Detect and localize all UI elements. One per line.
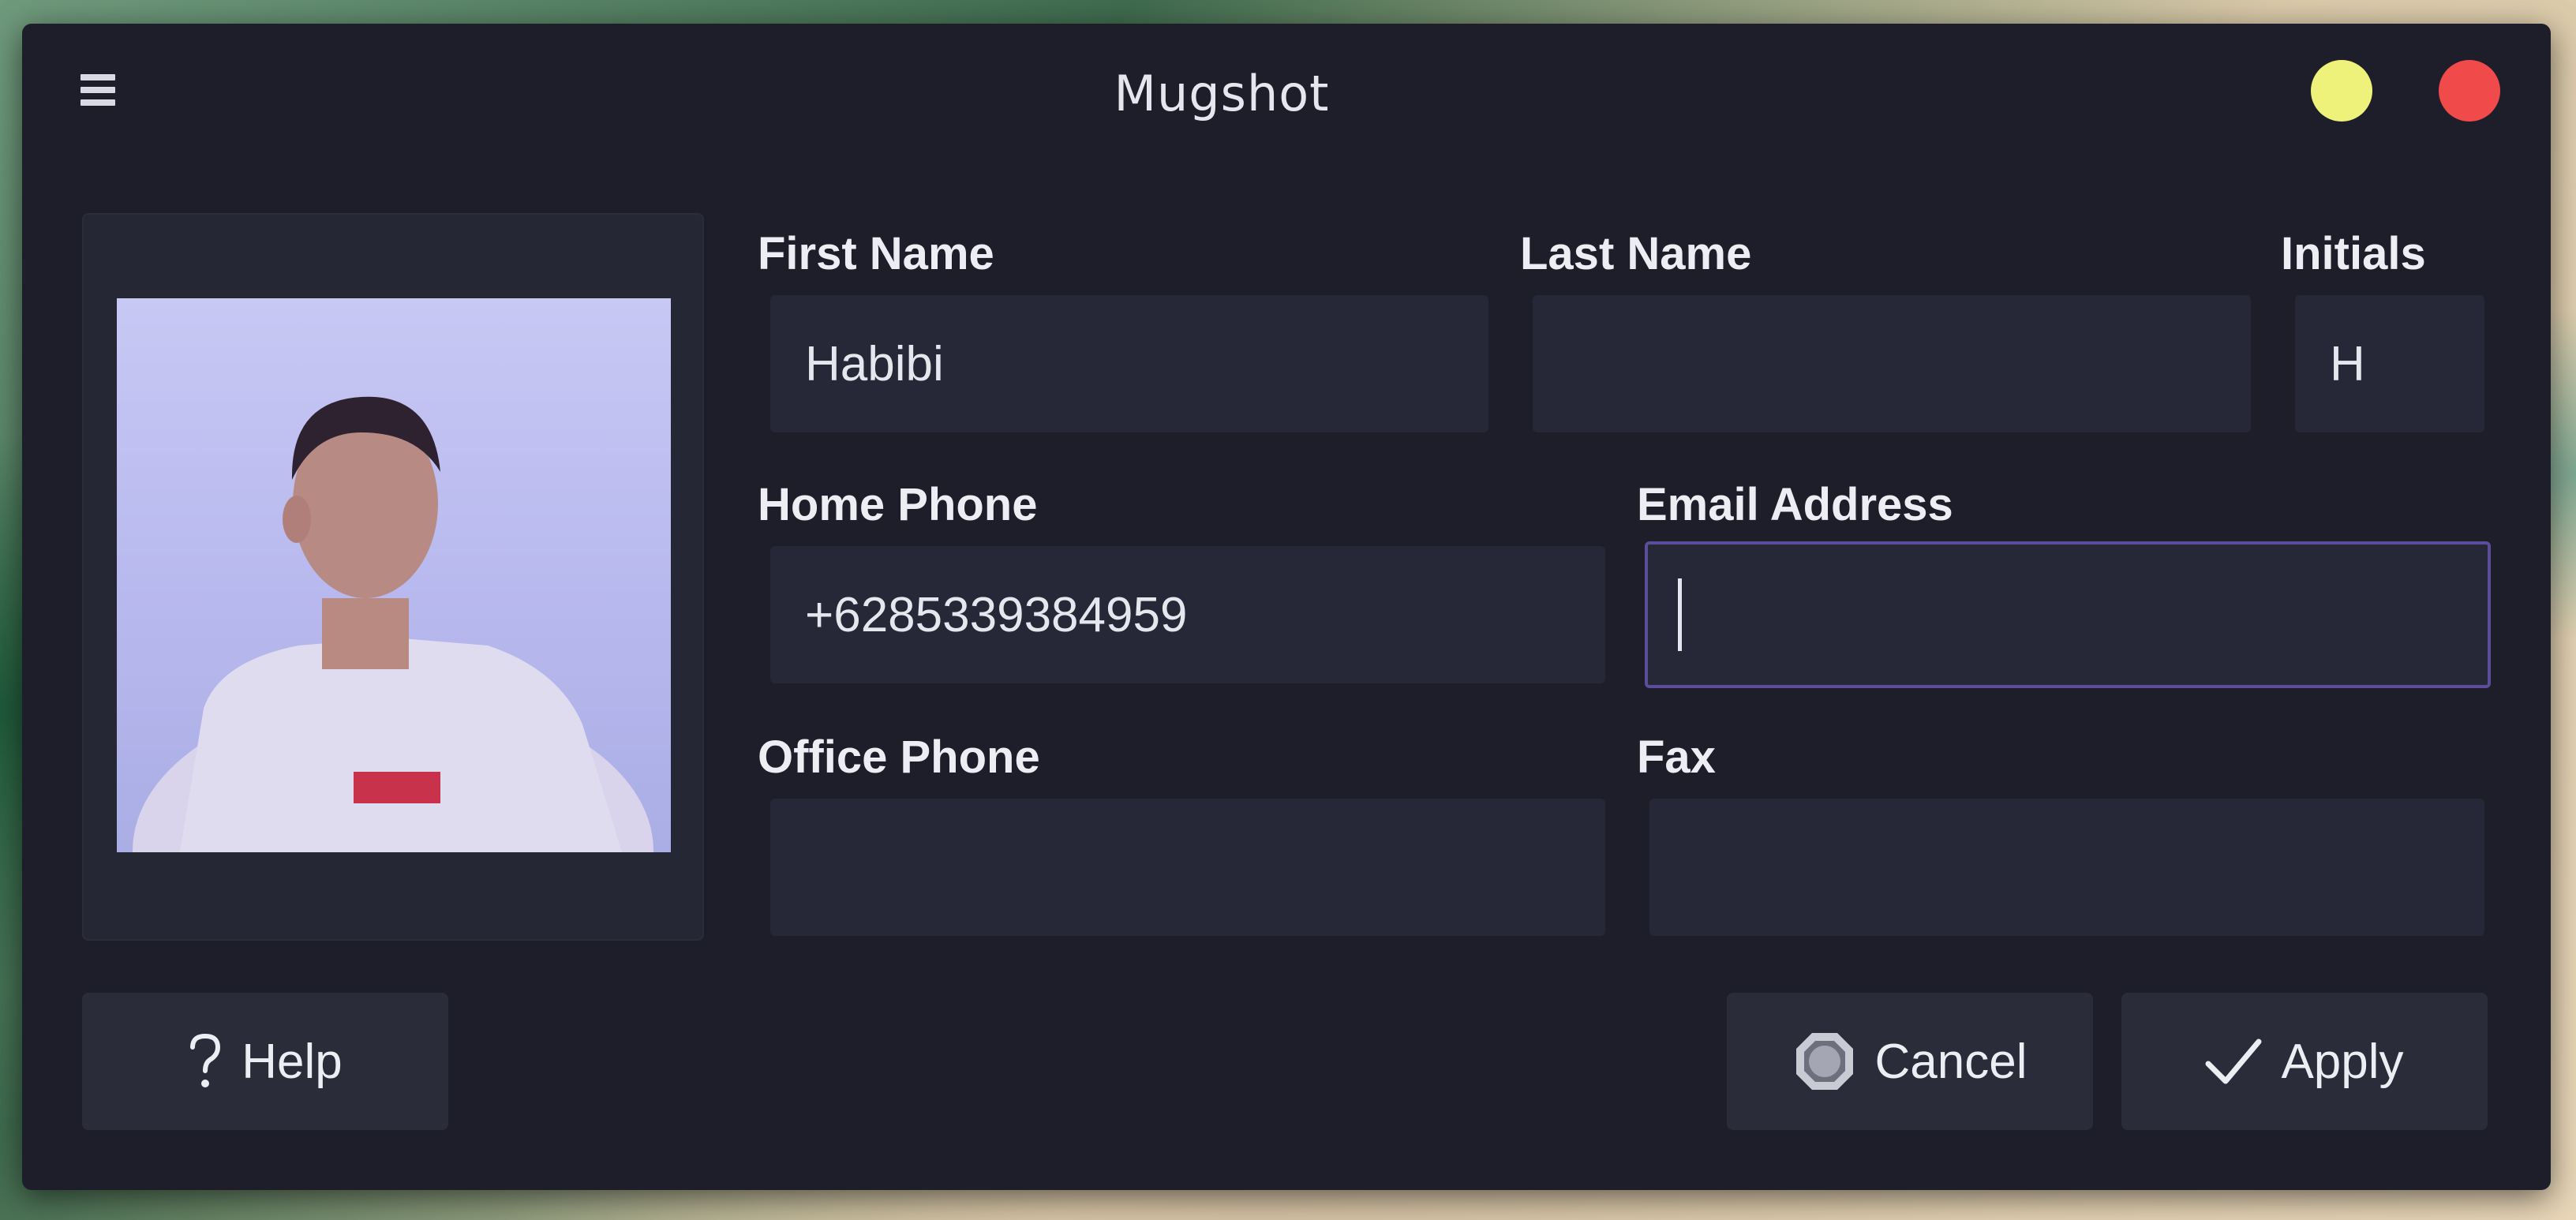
apply-button-label: Apply	[2281, 1034, 2404, 1089]
stop-octagon-icon	[1793, 1030, 1856, 1093]
office-phone-label: Office Phone	[758, 732, 1040, 783]
close-button[interactable]	[2439, 60, 2500, 122]
question-mark-icon	[188, 1033, 223, 1090]
home-phone-label: Home Phone	[758, 479, 1038, 530]
fax-label: Fax	[1637, 732, 1716, 783]
window-title: Mugshot	[1114, 65, 1330, 122]
apply-button[interactable]: Apply	[2121, 993, 2488, 1130]
text-caret	[1678, 578, 1682, 651]
minimize-button[interactable]	[2311, 60, 2372, 122]
cancel-button-label: Cancel	[1874, 1034, 2027, 1089]
cancel-button[interactable]: Cancel	[1727, 993, 2093, 1130]
profile-photo[interactable]	[117, 298, 671, 852]
email-address-field[interactable]	[1645, 541, 2491, 688]
title-bar: Mugshot	[22, 24, 2551, 174]
fax-field[interactable]	[1649, 799, 2484, 936]
user-portrait-image	[133, 396, 653, 852]
help-button-label: Help	[242, 1034, 343, 1089]
initials-label: Initials	[2281, 228, 2426, 279]
mugshot-window: Mugshot First Name Habibi Last Name Init…	[22, 24, 2551, 1190]
home-phone-field[interactable]: +6285339384959	[770, 546, 1605, 683]
first-name-label: First Name	[758, 228, 994, 279]
last-name-label: Last Name	[1520, 228, 1752, 279]
email-address-label: Email Address	[1637, 479, 1953, 530]
first-name-field[interactable]: Habibi	[770, 295, 1488, 432]
help-button[interactable]: Help	[82, 993, 448, 1130]
initials-field[interactable]: H	[2295, 295, 2484, 432]
profile-photo-panel[interactable]	[82, 213, 704, 941]
last-name-field[interactable]	[1533, 295, 2251, 432]
checkmark-icon	[2205, 1037, 2262, 1086]
office-phone-field[interactable]	[770, 799, 1605, 936]
